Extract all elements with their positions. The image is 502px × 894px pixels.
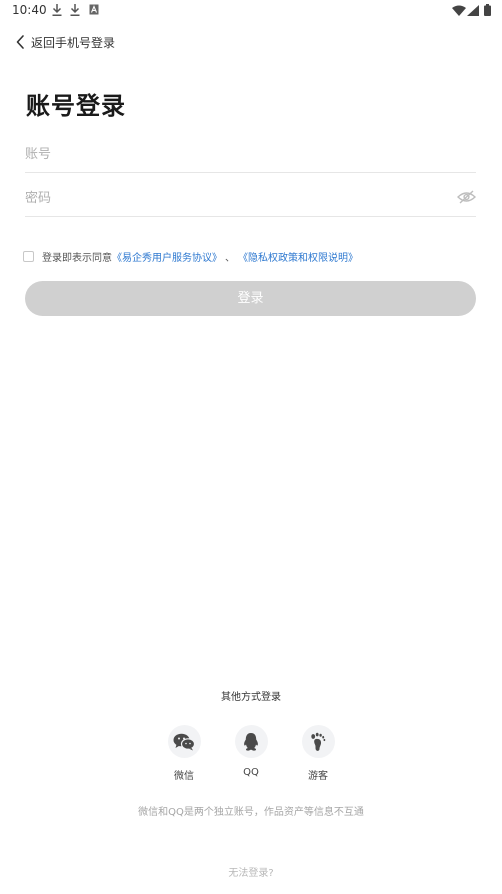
wechat-icon-circle bbox=[167, 725, 201, 758]
privacy-policy-link[interactable]: 《隐私权政策和权限说明》 bbox=[238, 249, 358, 264]
page-title: 账号登录 bbox=[26, 92, 126, 120]
eye-closed-icon[interactable] bbox=[457, 190, 476, 204]
guest-login-button[interactable]: 游客 bbox=[295, 725, 341, 782]
status-time: 10:40 bbox=[12, 3, 47, 17]
cellular-signal-icon bbox=[467, 5, 479, 16]
agreement-checkbox[interactable] bbox=[23, 250, 34, 262]
qq-label: QQ bbox=[243, 767, 259, 778]
password-input[interactable] bbox=[25, 181, 425, 215]
chevron-left-icon bbox=[16, 35, 24, 49]
qq-icon bbox=[244, 732, 258, 751]
download-icon bbox=[52, 4, 62, 16]
account-field bbox=[25, 137, 476, 173]
other-login-title: 其他方式登录 bbox=[221, 692, 281, 703]
back-label: 返回手机号登录 bbox=[31, 35, 116, 50]
qq-icon-circle bbox=[234, 725, 268, 758]
account-input[interactable] bbox=[25, 137, 425, 171]
agreement-prefix: 登录即表示同意 bbox=[42, 252, 112, 264]
guest-label: 游客 bbox=[308, 771, 328, 782]
wechat-icon bbox=[173, 733, 195, 750]
wechat-label: 微信 bbox=[174, 771, 194, 782]
download-icon bbox=[70, 4, 80, 16]
battery-icon bbox=[484, 4, 491, 16]
back-button[interactable]: 返回手机号登录 bbox=[14, 32, 115, 52]
account-note: 微信和QQ是两个独立账号，作品资产等信息不互通 bbox=[138, 807, 364, 818]
cant-login-link[interactable]: 无法登录? bbox=[0, 864, 502, 879]
wechat-login-button[interactable]: 微信 bbox=[161, 725, 207, 782]
footprint-icon bbox=[311, 732, 326, 751]
footprint-icon-circle bbox=[301, 725, 335, 758]
wifi-icon bbox=[452, 5, 466, 16]
password-field bbox=[25, 181, 476, 217]
status-bar: 10:40 bbox=[0, 0, 502, 22]
notification-app-icon bbox=[89, 4, 99, 15]
login-button[interactable]: 登录 bbox=[25, 281, 476, 316]
qq-login-button[interactable]: QQ bbox=[228, 725, 274, 778]
user-agreement-link[interactable]: 《易企秀用户服务协议》 bbox=[112, 249, 222, 264]
agreement-separator: 、 bbox=[225, 252, 235, 264]
agreement-row: 登录即表示同意 《易企秀用户服务协议》 、 《隐私权政策和权限说明》 bbox=[23, 248, 358, 264]
